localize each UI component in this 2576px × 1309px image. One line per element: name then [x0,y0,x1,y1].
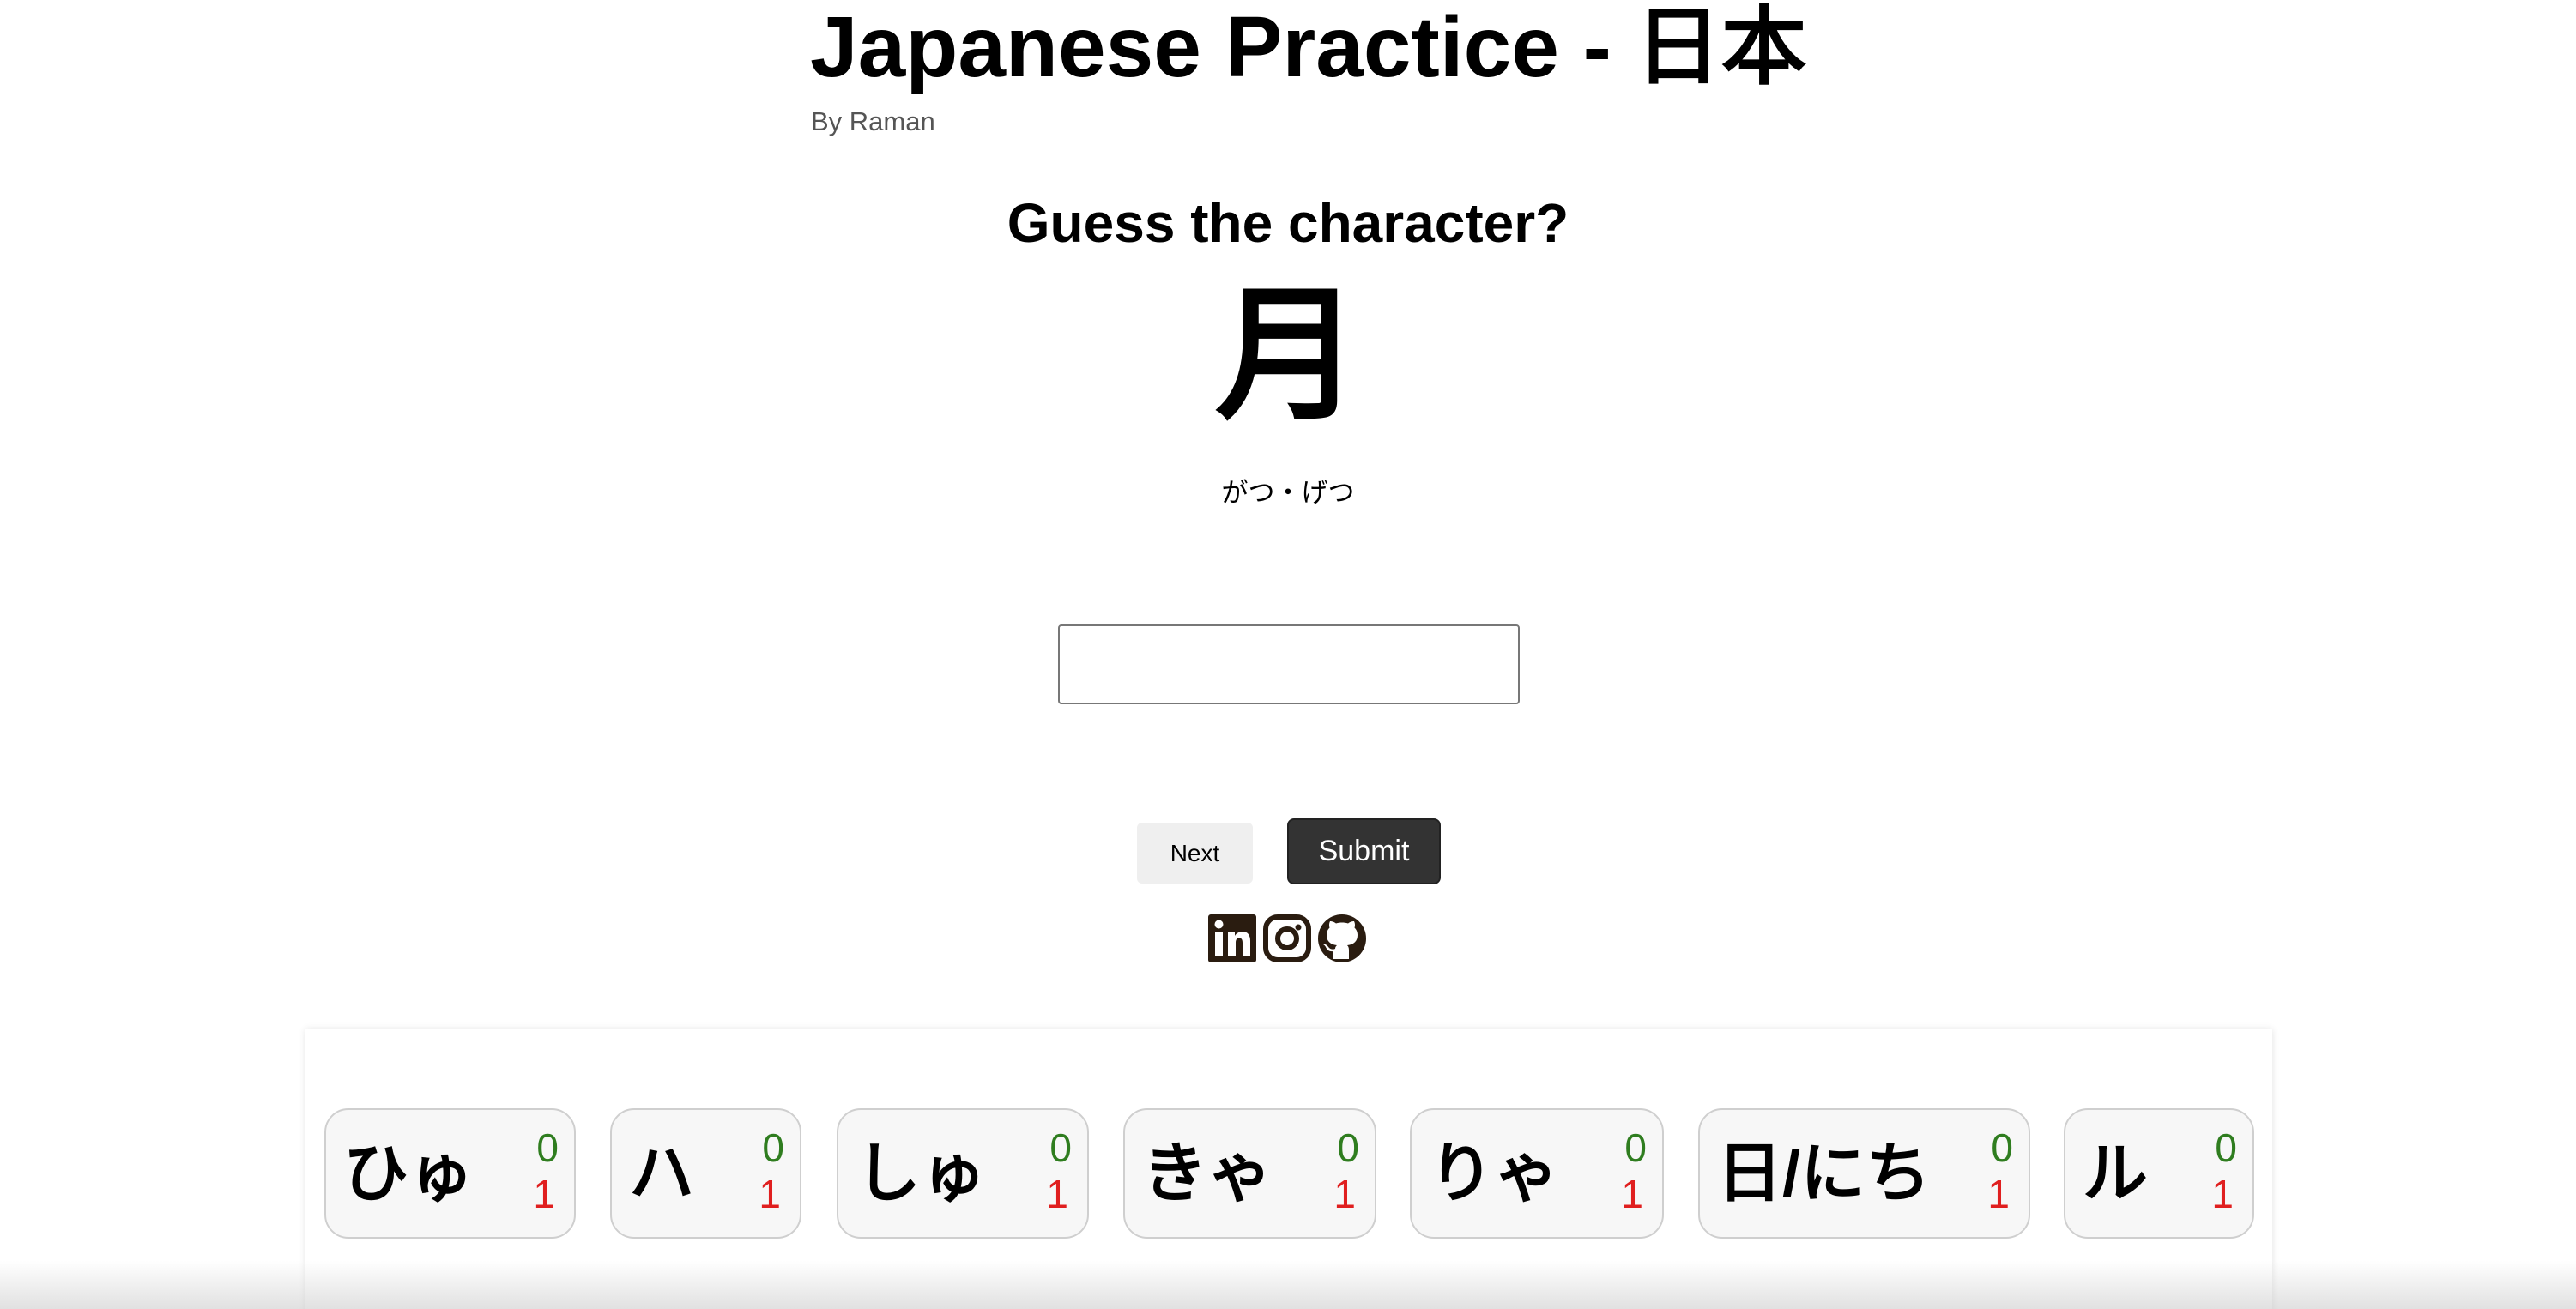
stat-card[interactable]: 日/にち 0 1 [1698,1108,2030,1239]
card-character: ル [2083,1137,2148,1210]
correct-count: 0 [1337,1125,1359,1170]
correct-count: 0 [2215,1125,2237,1170]
answer-input[interactable] [1058,624,1520,704]
correct-count: 0 [536,1125,559,1170]
github-link[interactable] [1317,912,1367,965]
wrong-count: 1 [759,1172,781,1216]
card-character: しゅ [856,1137,986,1210]
correct-count: 0 [1991,1125,2013,1170]
wrong-count: 1 [2211,1172,2234,1216]
correct-count: 0 [1049,1125,1072,1170]
stat-card[interactable]: しゅ 0 1 [837,1108,1089,1239]
card-character: りゃ [1429,1137,1559,1210]
wrong-count: 1 [1987,1172,2010,1216]
social-links [1207,912,1367,965]
app-title: Japanese Practice - 日本 [810,0,1807,95]
card-character: 日/にち [1717,1137,1932,1210]
question-heading: Guess the character? [1007,192,1569,254]
linkedin-icon [1208,914,1256,962]
stat-card[interactable]: きゃ 0 1 [1123,1108,1376,1239]
quiz-character: 月 [1214,274,1361,437]
card-character: ハ [629,1137,694,1210]
character-reading: がつ・げつ [1221,478,1355,508]
submit-button[interactable]: Submit [1287,818,1441,884]
correct-count: 0 [762,1125,784,1170]
stat-card[interactable]: ひゅ 0 1 [324,1108,576,1239]
instagram-icon [1263,914,1311,962]
stat-card[interactable]: ハ 0 1 [610,1108,801,1239]
stat-card[interactable]: ル 0 1 [2064,1108,2254,1239]
wrong-count: 1 [533,1172,555,1216]
author-byline: By Raman [811,106,935,136]
correct-count: 0 [1624,1125,1647,1170]
card-character: ひゅ [343,1137,474,1210]
github-icon [1318,914,1366,962]
instagram-link[interactable] [1262,912,1312,965]
card-character: きゃ [1142,1137,1273,1210]
wrong-count: 1 [1046,1172,1068,1216]
stat-card[interactable]: りゃ 0 1 [1410,1108,1664,1239]
linkedin-link[interactable] [1207,912,1257,965]
wrong-count: 1 [1621,1172,1643,1216]
page: Japanese Practice - 日本 By Raman Guess th… [0,0,2576,1309]
next-button[interactable]: Next [1137,823,1253,884]
wrong-count: 1 [1333,1172,1356,1216]
